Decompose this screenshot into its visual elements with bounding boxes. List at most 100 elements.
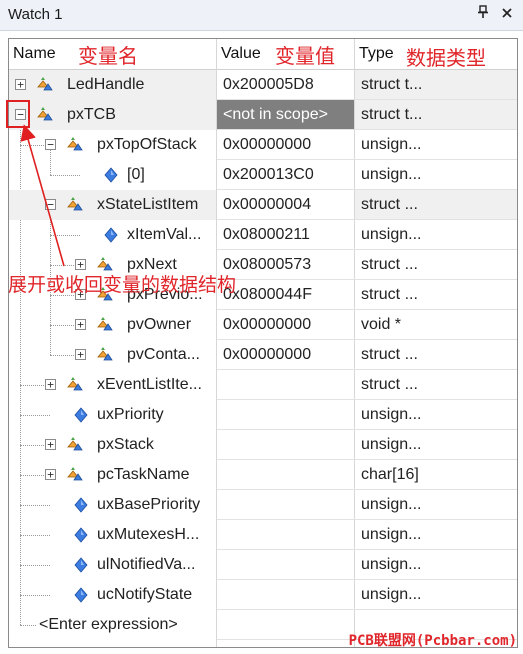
row-type: void *: [361, 316, 402, 333]
expand-icon[interactable]: +: [45, 439, 56, 450]
diamond-icon: [103, 167, 119, 183]
row-value[interactable]: [217, 370, 354, 400]
table-row[interactable]: uxMutexesH... unsign...: [9, 520, 517, 550]
row-value[interactable]: <not in scope>: [217, 100, 354, 130]
pin-icon[interactable]: [474, 5, 492, 23]
row-value[interactable]: 0x0800044F: [217, 280, 354, 310]
table-row[interactable]: ulNotifiedVa... unsign...: [9, 550, 517, 580]
close-icon[interactable]: [498, 5, 516, 23]
row-name[interactable]: uxMutexesH...: [97, 520, 199, 550]
expand-icon[interactable]: +: [75, 259, 86, 270]
row-type: unsign...: [361, 166, 422, 183]
expand-icon[interactable]: +: [75, 319, 86, 330]
table-row[interactable]: [0] 0x200013C0 unsign...: [9, 160, 517, 190]
row-name[interactable]: pvConta...: [127, 340, 200, 370]
row-value[interactable]: [217, 430, 354, 460]
row-value[interactable]: [217, 580, 354, 610]
struct-icon: [65, 375, 85, 395]
column-header-name-label: Name: [13, 45, 56, 62]
table-row[interactable]: uxPriority unsign...: [9, 400, 517, 430]
window-titlebar: Watch 1: [0, 0, 523, 31]
row-type: unsign...: [361, 406, 422, 423]
row-value[interactable]: 0x00000000: [217, 310, 354, 340]
table-row[interactable]: − xStateListItem 0x00000004 struct ...: [9, 190, 517, 220]
expand-icon[interactable]: +: [45, 379, 56, 390]
diamond-icon: [73, 497, 89, 513]
table-row[interactable]: − pxTopOfStack 0x00000000 unsign...: [9, 130, 517, 160]
row-value[interactable]: 0x00000004: [217, 190, 354, 220]
annotation-value: 变量值: [275, 44, 335, 68]
diamond-icon: [73, 527, 89, 543]
row-name[interactable]: uxPriority: [97, 400, 164, 430]
row-type: struct t...: [355, 100, 517, 130]
row-name[interactable]: xItemVal...: [127, 220, 201, 250]
row-type: struct ...: [361, 346, 418, 363]
row-value[interactable]: 0x200005D8: [217, 70, 354, 100]
row-type: struct t...: [355, 70, 517, 100]
table-row[interactable]: + LedHandle 0x200005D8 struct t...: [9, 70, 517, 100]
row-value[interactable]: [217, 490, 354, 520]
row-name[interactable]: pxTCB: [67, 100, 116, 130]
table-row[interactable]: + pxStack unsign...: [9, 430, 517, 460]
highlight-box: [6, 100, 30, 128]
window-title: Watch 1: [8, 6, 63, 23]
watch-panel: Name Value Type + LedHandle 0x200005D8 stru…: [8, 38, 518, 648]
expand-icon[interactable]: +: [75, 349, 86, 360]
table-row[interactable]: + pvOwner 0x00000000 void *: [9, 310, 517, 340]
row-type: unsign...: [361, 496, 422, 513]
row-name[interactable]: uxBasePriority: [97, 490, 200, 520]
table-row[interactable]: + pvConta... 0x00000000 struct ...: [9, 340, 517, 370]
row-value[interactable]: 0x200013C0: [217, 160, 354, 190]
collapse-icon[interactable]: −: [45, 199, 56, 210]
struct-icon: [65, 195, 85, 215]
row-name[interactable]: pcTaskName: [97, 460, 189, 490]
annotation-name: 变量名: [78, 44, 138, 68]
table-row[interactable]: + xEventListIte... struct ...: [9, 370, 517, 400]
row-name[interactable]: xStateListItem: [97, 190, 198, 220]
struct-icon: [65, 135, 85, 155]
row-type: struct ...: [361, 256, 418, 273]
watermark: PCB联盟网(Pcbbar.com): [348, 633, 517, 649]
diamond-icon: [73, 587, 89, 603]
row-value[interactable]: [217, 520, 354, 550]
row-type: unsign...: [361, 436, 422, 453]
table-row[interactable]: xItemVal... 0x08000211 unsign...: [9, 220, 517, 250]
row-value[interactable]: 0x00000000: [217, 130, 354, 160]
row-type: unsign...: [361, 526, 422, 543]
row-name[interactable]: pvOwner: [127, 310, 191, 340]
row-name[interactable]: [0]: [127, 160, 145, 190]
table-row[interactable]: ucNotifyState unsign...: [9, 580, 517, 610]
collapse-icon[interactable]: −: [45, 139, 56, 150]
struct-icon: [95, 315, 115, 335]
row-name[interactable]: LedHandle: [67, 70, 144, 100]
row-type: unsign...: [361, 586, 422, 603]
annotation-type: 数据类型: [406, 46, 486, 70]
column-header-type-label: Type: [359, 45, 394, 62]
row-name[interactable]: xEventListIte...: [97, 370, 202, 400]
row-value[interactable]: [217, 550, 354, 580]
table-row[interactable]: − pxTCB <not in scope> struct t...: [9, 100, 517, 130]
row-value[interactable]: 0x00000000: [217, 340, 354, 370]
row-type: char[16]: [361, 466, 419, 483]
struct-icon: [35, 75, 55, 95]
row-name[interactable]: ucNotifyState: [97, 580, 192, 610]
row-name[interactable]: ulNotifiedVa...: [97, 550, 195, 580]
column-header-value-label: Value: [221, 45, 261, 62]
enter-expression-label[interactable]: <Enter expression>: [39, 610, 178, 640]
row-name[interactable]: pxTopOfStack: [97, 130, 197, 160]
table-row[interactable]: uxBasePriority unsign...: [9, 490, 517, 520]
row-value[interactable]: 0x08000573: [217, 250, 354, 280]
diamond-icon: [103, 227, 119, 243]
struct-icon: [35, 105, 55, 125]
row-value[interactable]: [217, 400, 354, 430]
row-value[interactable]: 0x08000211: [217, 220, 354, 250]
expand-icon[interactable]: +: [15, 79, 26, 90]
row-type: struct ...: [355, 190, 517, 220]
row-name[interactable]: pxStack: [97, 430, 154, 460]
expand-icon[interactable]: +: [45, 469, 56, 480]
struct-icon: [95, 345, 115, 365]
diamond-icon: [73, 407, 89, 423]
table-row[interactable]: + pcTaskName char[16]: [9, 460, 517, 490]
row-type: unsign...: [361, 226, 422, 243]
row-value[interactable]: [217, 460, 354, 490]
